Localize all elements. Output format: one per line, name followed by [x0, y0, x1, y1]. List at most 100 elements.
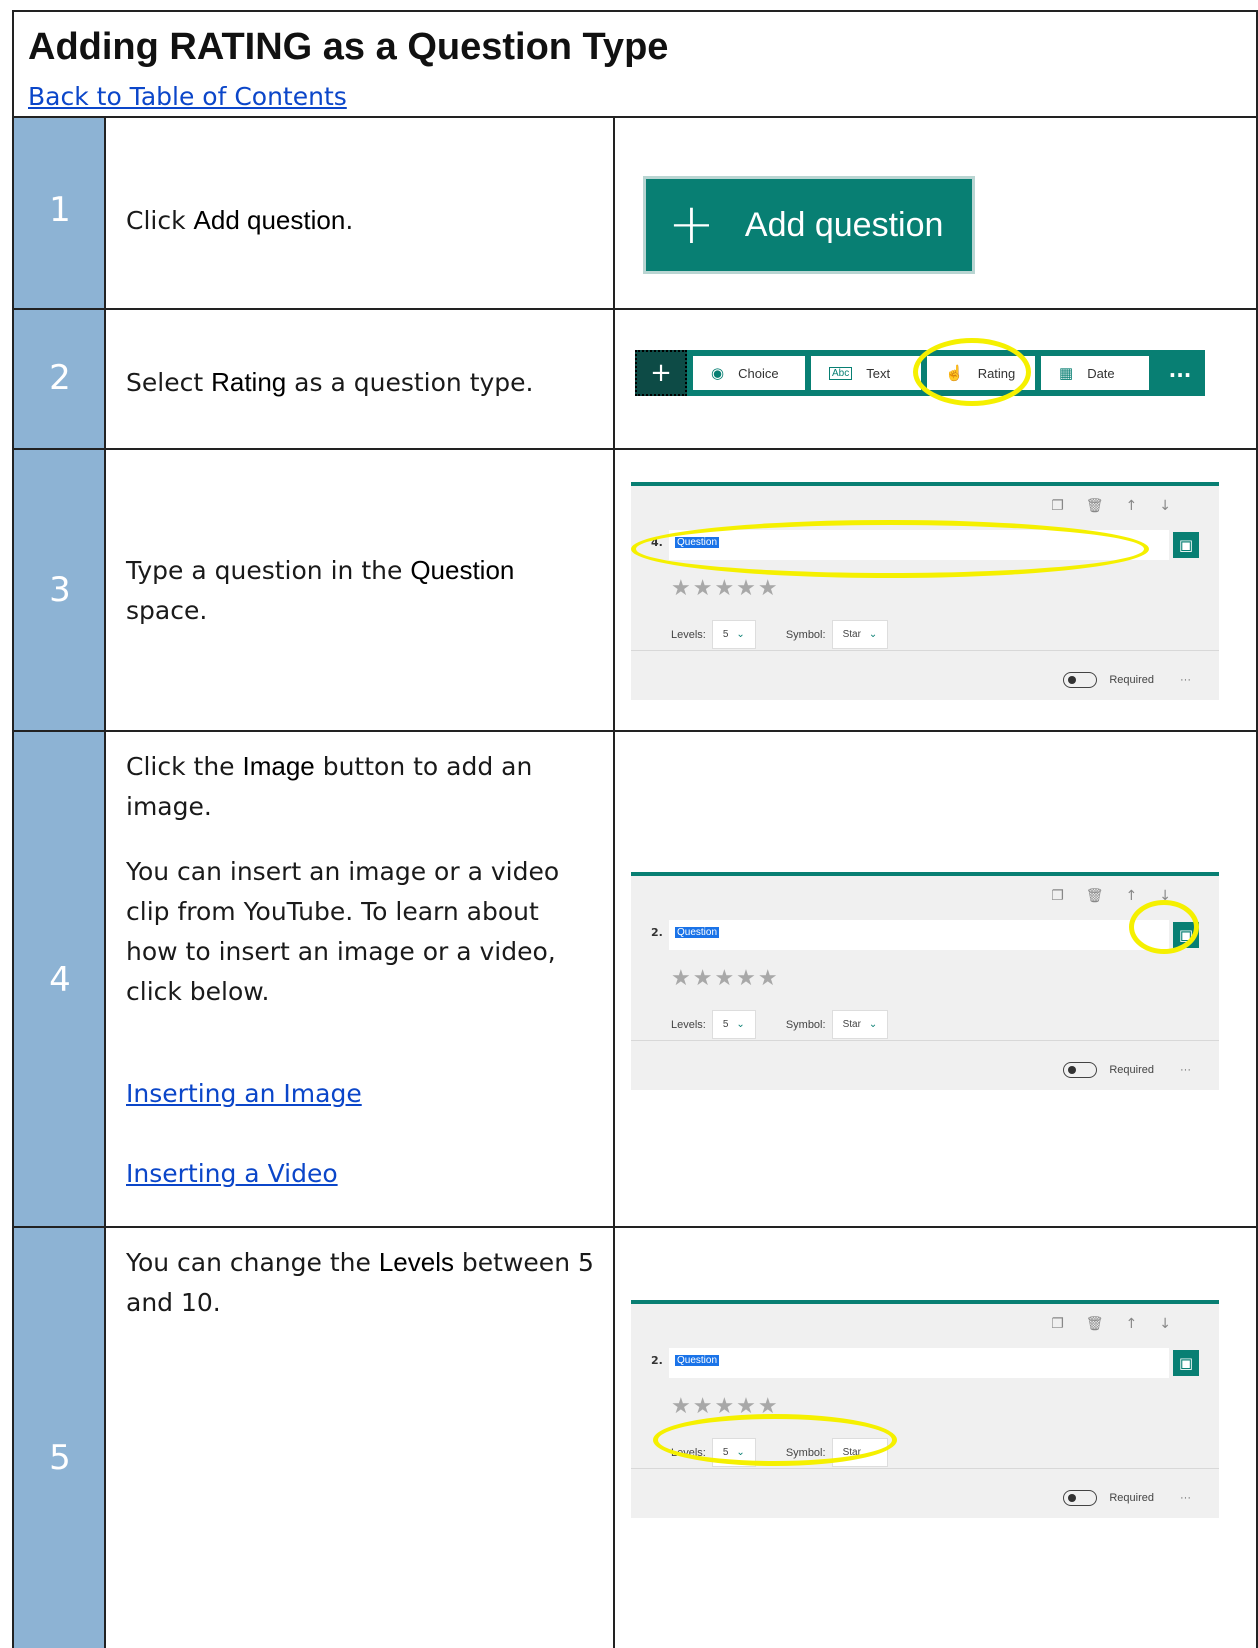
question-number: 2. [651, 1354, 663, 1367]
step-number-cell: 1 [14, 118, 106, 308]
add-question-label: Add question [744, 205, 944, 244]
symbol-label: Symbol: [785, 628, 826, 641]
toggle-icon [1063, 672, 1098, 688]
text-button[interactable]: Abc Text [811, 356, 921, 390]
card-tools: ❐🗑↑↓ [1051, 1316, 1193, 1332]
image-icon[interactable]: ▣ [1173, 922, 1199, 948]
step-number: 4 [49, 960, 71, 1000]
step-text-cell: Select Rating as a question type. [106, 310, 615, 448]
step-instruction: You can change the Levels between 5 and … [126, 1247, 594, 1317]
card-tools: ❐🗑↑↓ [1051, 498, 1193, 514]
symbol-label: Symbol: [785, 1446, 826, 1459]
step-instruction: Type a question in the Question space. [126, 555, 515, 625]
required-toggle[interactable]: Required ··· [1063, 1490, 1191, 1506]
step-row-1: 1 Click Add question. + Add question [14, 118, 1256, 310]
step-row-4: 4 Click the Image button to add an image… [14, 732, 1256, 1228]
step-image-cell: ❐🗑↑↓ 2. Question ▣ ★★★★★ Levels: 5 ⌄ Symb… [615, 732, 1256, 1226]
chevron-down-icon: ⌄ [868, 1447, 878, 1458]
radio-icon: ◉ [711, 365, 725, 382]
plus-icon[interactable]: + [635, 350, 687, 396]
step-paragraph: You can insert an image or a video clip … [126, 857, 560, 1006]
calendar-icon: ▦ [1059, 365, 1074, 382]
symbol-select[interactable]: Star ⌄ [831, 1438, 889, 1467]
step-row-2: 2 Select Rating as a question type. + ◉ C… [14, 310, 1256, 450]
chevron-down-icon: ⌄ [868, 1019, 878, 1030]
symbol-label: Symbol: [785, 1018, 826, 1031]
inserting-image-link[interactable]: Inserting an Image [126, 1074, 596, 1114]
step-image-cell: + ◉ Choice Abc Text ☝ Rating ▦ Date ... [615, 310, 1256, 448]
chevron-down-icon: ⌄ [736, 629, 745, 640]
step-image-cell: + Add question [615, 118, 1256, 308]
header: Adding RATING as a Question Type Back to… [14, 12, 1256, 118]
question-input[interactable]: Question [669, 530, 1169, 560]
chevron-down-icon: ⌄ [868, 629, 878, 640]
question-text: Question [675, 537, 720, 548]
card-tools: ❐🗑↑↓ [1051, 888, 1193, 904]
rating-question-card: ❐🗑↑↓ 2. Question ▣ ★★★★★ Levels: 5 ⌄ Symb… [631, 1300, 1219, 1518]
image-icon[interactable]: ▣ [1173, 532, 1199, 558]
step-number: 2 [49, 358, 71, 398]
step-number: 5 [49, 1438, 71, 1478]
question-number: 2. [651, 926, 663, 939]
step-image-cell: ❐🗑↑↓ 2. Question ▣ ★★★★★ Levels: 5 ⌄ Symb… [615, 1228, 1256, 1648]
card-divider [631, 650, 1219, 651]
rating-stars: ★★★★★ [671, 966, 780, 991]
chevron-down-icon: ⌄ [736, 1019, 745, 1030]
step-number-cell: 4 [14, 732, 106, 1226]
step-number-cell: 5 [14, 1228, 106, 1648]
more-options-button[interactable]: ··· [1180, 1064, 1191, 1076]
rating-button[interactable]: ☝ Rating [927, 356, 1035, 390]
question-input[interactable]: Question [669, 1348, 1169, 1378]
step-number-cell: 3 [14, 450, 106, 730]
chevron-down-icon: ⌄ [736, 1447, 745, 1458]
document-page: Adding RATING as a Question Type Back to… [12, 10, 1258, 1648]
add-question-button[interactable]: + Add question [643, 176, 975, 274]
thumbs-up-icon: ☝ [945, 365, 964, 382]
date-button[interactable]: ▦ Date [1041, 356, 1149, 390]
step-instruction: Click the Image button to add an image. [126, 751, 533, 821]
image-icon[interactable]: ▣ [1173, 1350, 1199, 1376]
step-text-cell: Type a question in the Question space. [106, 450, 615, 730]
card-divider [631, 1468, 1219, 1469]
step-text-cell: You can change the Levels between 5 and … [106, 1228, 615, 1648]
step-row-5: 5 You can change the Levels between 5 an… [14, 1228, 1256, 1648]
levels-label: Levels: [671, 1446, 706, 1459]
levels-row: Levels: 5 ⌄ Symbol: Star ⌄ [671, 1438, 889, 1467]
toggle-icon [1063, 1062, 1098, 1078]
levels-label: Levels: [671, 1018, 706, 1031]
rating-stars: ★★★★★ [671, 1394, 780, 1419]
levels-select[interactable]: 5 ⌄ [711, 1438, 756, 1467]
levels-select[interactable]: 5 ⌄ [711, 620, 756, 649]
required-toggle[interactable]: Required ··· [1063, 1062, 1191, 1078]
symbol-select[interactable]: Star ⌄ [831, 1010, 889, 1039]
question-number: 4. [651, 536, 663, 549]
step-number: 3 [49, 570, 71, 610]
back-to-toc-link[interactable]: Back to Table of Contents [28, 82, 347, 111]
text-icon: Abc [829, 366, 853, 380]
rating-stars: ★★★★★ [671, 576, 780, 601]
more-options-button[interactable]: ··· [1180, 674, 1191, 686]
levels-row: Levels: 5 ⌄ Symbol: Star ⌄ [671, 1010, 889, 1039]
required-toggle[interactable]: Required ··· [1063, 672, 1191, 688]
step-row-3: 3 Type a question in the Question space.… [14, 450, 1256, 732]
card-divider [631, 1040, 1219, 1041]
inserting-video-link[interactable]: Inserting a Video [126, 1154, 596, 1194]
rating-question-card: ❐🗑↑↓ 2. Question ▣ ★★★★★ Levels: 5 ⌄ Symb… [631, 872, 1219, 1090]
symbol-select[interactable]: Star ⌄ [831, 620, 889, 649]
levels-select[interactable]: 5 ⌄ [711, 1010, 756, 1039]
rating-question-card: ❐🗑↑↓ 4. Question ▣ ★★★★★ Levels: 5 ⌄ Symb… [631, 482, 1219, 700]
more-types-button[interactable]: ... [1155, 350, 1205, 396]
more-options-button[interactable]: ··· [1180, 1492, 1191, 1504]
step-number: 1 [49, 190, 71, 230]
page-title: Adding RATING as a Question Type [28, 26, 669, 68]
step-text-cell: Click Add question. [106, 118, 615, 308]
question-type-toolbar: + ◉ Choice Abc Text ☝ Rating ▦ Date ... [635, 350, 1205, 396]
question-text: Question [675, 927, 720, 938]
choice-button[interactable]: ◉ Choice [693, 356, 805, 390]
levels-row: Levels: 5 ⌄ Symbol: Star ⌄ [671, 620, 889, 649]
levels-label: Levels: [671, 628, 706, 641]
question-input[interactable]: Question [669, 920, 1169, 950]
step-instruction: Select Rating as a question type. [126, 367, 534, 397]
question-text: Question [675, 1355, 720, 1366]
step-number-cell: 2 [14, 310, 106, 448]
